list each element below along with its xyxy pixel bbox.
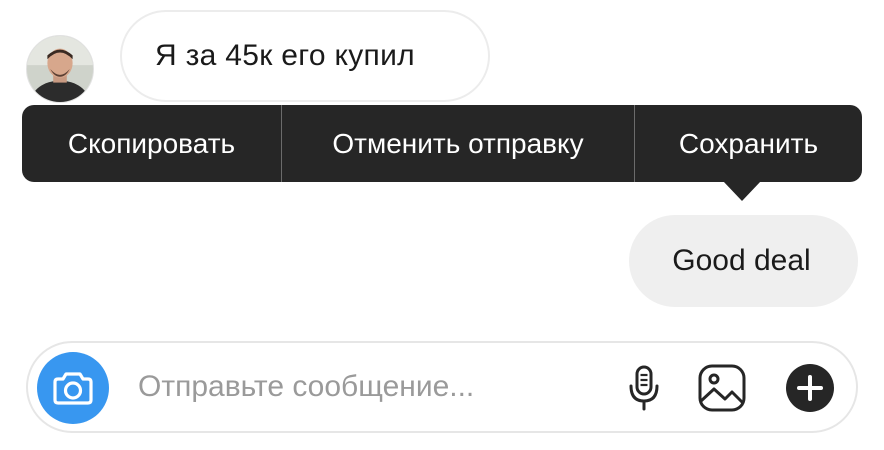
copy-menu-label: Скопировать [67, 127, 236, 159]
camera-button[interactable] [37, 352, 109, 424]
camera-icon [53, 372, 93, 405]
more-button[interactable] [782, 360, 838, 416]
incoming-message-text: Я за 45к его купил [155, 39, 415, 72]
outgoing-message-text: Good deal [672, 244, 811, 277]
message-context-menu: Скопировать Отменить отправку Сохранить [22, 105, 862, 182]
message-input[interactable] [138, 363, 578, 411]
message-composer [26, 341, 858, 433]
incoming-message-bubble[interactable]: Я за 45к его купил [120, 10, 490, 102]
avatar-photo [27, 36, 93, 102]
microphone-icon [629, 365, 659, 411]
gallery-button[interactable] [694, 360, 750, 416]
save-menu-item[interactable]: Сохранить [634, 105, 862, 182]
plus-icon [786, 364, 834, 412]
gallery-icon [698, 364, 746, 412]
unsend-menu-label: Отменить отправку [332, 127, 584, 159]
unsend-menu-item[interactable]: Отменить отправку [281, 105, 634, 182]
microphone-button[interactable] [616, 360, 672, 416]
sender-avatar[interactable] [26, 35, 94, 103]
save-menu-label: Сохранить [678, 127, 819, 159]
context-menu-pointer [723, 181, 761, 201]
outgoing-message-bubble[interactable]: Good deal [629, 215, 858, 307]
copy-menu-item[interactable]: Скопировать [22, 105, 281, 182]
